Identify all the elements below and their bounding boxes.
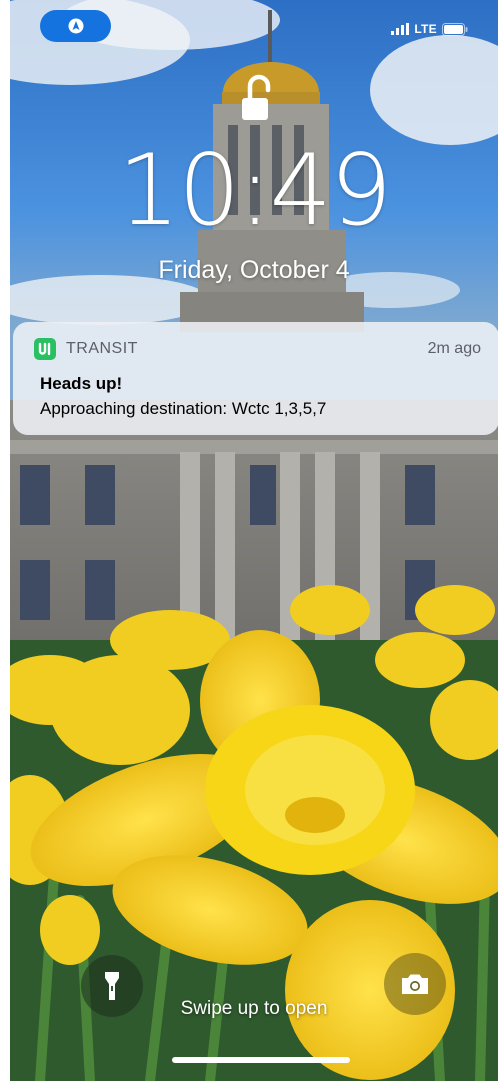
flashlight-icon [105,972,119,1000]
signal-bars-icon [391,23,410,35]
notification-app-name: TRANSIT [66,340,138,357]
transit-app-icon [34,338,56,360]
notification-header: TRANSIT 2m ago [34,336,481,362]
lock-screen-date: Friday, October 4 [158,256,350,284]
lock-screen: LTE 10:49 Friday, October 4 TRANSIT 2m a… [10,0,498,1081]
network-type: LTE [414,22,437,36]
swipe-up-hint: Swipe up to open [180,998,328,1019]
battery-icon [442,22,468,36]
notification-body: Approaching destination: Wctc 1,3,5,7 [40,399,327,418]
notification-card[interactable]: TRANSIT 2m ago Heads up! Approaching des… [13,322,498,435]
lock-screen-time: 10:49 [117,134,392,248]
location-arrow-icon [68,18,83,34]
notification-time: 2m ago [427,340,481,357]
status-indicators: LTE [391,22,468,36]
home-indicator[interactable] [172,1057,350,1063]
notification-title: Heads up! [40,374,123,393]
location-indicator[interactable] [40,10,111,42]
unlocked-padlock-icon [242,74,271,120]
camera-icon [402,974,428,994]
